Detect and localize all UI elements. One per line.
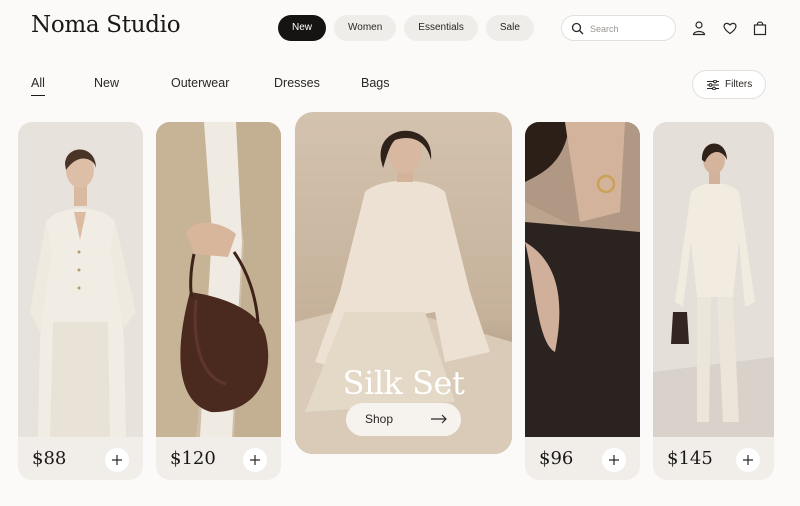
feature-title: Silk Set [342, 364, 465, 402]
heart-icon[interactable] [722, 20, 738, 36]
product-price: $120 [170, 448, 216, 469]
shop-button[interactable]: Shop [346, 403, 461, 436]
product-card[interactable]: $145 [653, 122, 774, 480]
product-image [18, 122, 143, 437]
plus-icon [250, 455, 260, 465]
brand-logo[interactable]: Noma Studio [31, 12, 181, 38]
product-price: $145 [667, 448, 713, 469]
sliders-icon [707, 80, 719, 90]
tab-dresses[interactable]: Dresses [274, 76, 320, 90]
tab-bags[interactable]: Bags [361, 76, 390, 90]
filters-button[interactable]: Filters [692, 70, 766, 99]
shop-label: Shop [365, 412, 394, 426]
nav-pill-essentials[interactable]: Essentials [404, 15, 478, 41]
add-to-cart-button[interactable] [736, 448, 760, 472]
search-input[interactable] [590, 21, 670, 36]
plus-icon [112, 455, 122, 465]
product-image [653, 122, 774, 437]
arrow-right-icon [431, 414, 447, 424]
product-price: $88 [32, 448, 67, 469]
filters-label: Filters [725, 79, 753, 90]
product-price: $96 [539, 448, 574, 469]
account-icon[interactable] [691, 20, 707, 36]
tab-new[interactable]: New [94, 76, 119, 90]
tab-all[interactable]: All [31, 76, 45, 96]
add-to-cart-button[interactable] [243, 448, 267, 472]
add-to-cart-button[interactable] [602, 448, 626, 472]
header: Noma Studio New Women Essentials Sale [0, 0, 800, 60]
add-to-cart-button[interactable] [105, 448, 129, 472]
product-card[interactable]: $120 [156, 122, 281, 480]
plus-icon [743, 455, 753, 465]
category-tabs: All New Outerwear Dresses Bags [0, 74, 800, 98]
nav-pill-new[interactable]: New [278, 15, 327, 41]
search-icon [571, 22, 584, 35]
feature-card[interactable]: Silk Set Shop [295, 112, 512, 454]
nav-pill-sale[interactable]: Sale [485, 15, 534, 41]
search-box[interactable] [561, 15, 676, 41]
product-image [156, 122, 281, 437]
plus-icon [609, 455, 619, 465]
product-card[interactable]: $96 [525, 122, 640, 480]
tab-outerwear[interactable]: Outerwear [171, 76, 229, 90]
product-image [525, 122, 640, 437]
nav-pill-women[interactable]: Women [334, 15, 397, 41]
nav-pills: New Women Essentials Sale [278, 15, 534, 41]
product-card[interactable]: $88 [18, 122, 143, 480]
bag-icon[interactable] [752, 20, 768, 36]
